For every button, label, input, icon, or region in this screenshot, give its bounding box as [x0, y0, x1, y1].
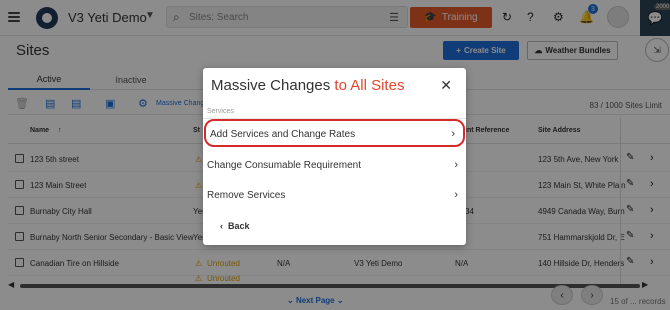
option-label: Remove Services: [207, 190, 286, 201]
modal-title-prefix: Massive Changes: [211, 77, 335, 94]
close-icon[interactable]: ✕: [440, 77, 452, 94]
chevron-right-icon: ›: [454, 159, 458, 171]
section-label: Services: [207, 108, 234, 115]
back-button[interactable]: ‹ Back: [220, 221, 250, 231]
chevron-right-icon: ›: [454, 189, 458, 201]
massive-changes-modal: Massive Changes to All Sites ✕ Services …: [203, 68, 466, 245]
chevron-right-icon: ›: [451, 128, 455, 140]
back-label: Back: [228, 221, 250, 231]
modal-title: Massive Changes to All Sites: [211, 77, 404, 94]
change-consumable-option[interactable]: Change Consumable Requirement ›: [203, 152, 466, 180]
remove-services-option[interactable]: Remove Services ›: [203, 182, 466, 210]
option-label: Change Consumable Requirement: [207, 160, 361, 171]
chevron-left-icon: ‹: [220, 221, 226, 231]
add-services-option[interactable]: Add Services and Change Rates ›: [204, 119, 465, 147]
option-label: Add Services and Change Rates: [210, 129, 356, 140]
modal-title-accent: to All Sites: [334, 77, 405, 94]
